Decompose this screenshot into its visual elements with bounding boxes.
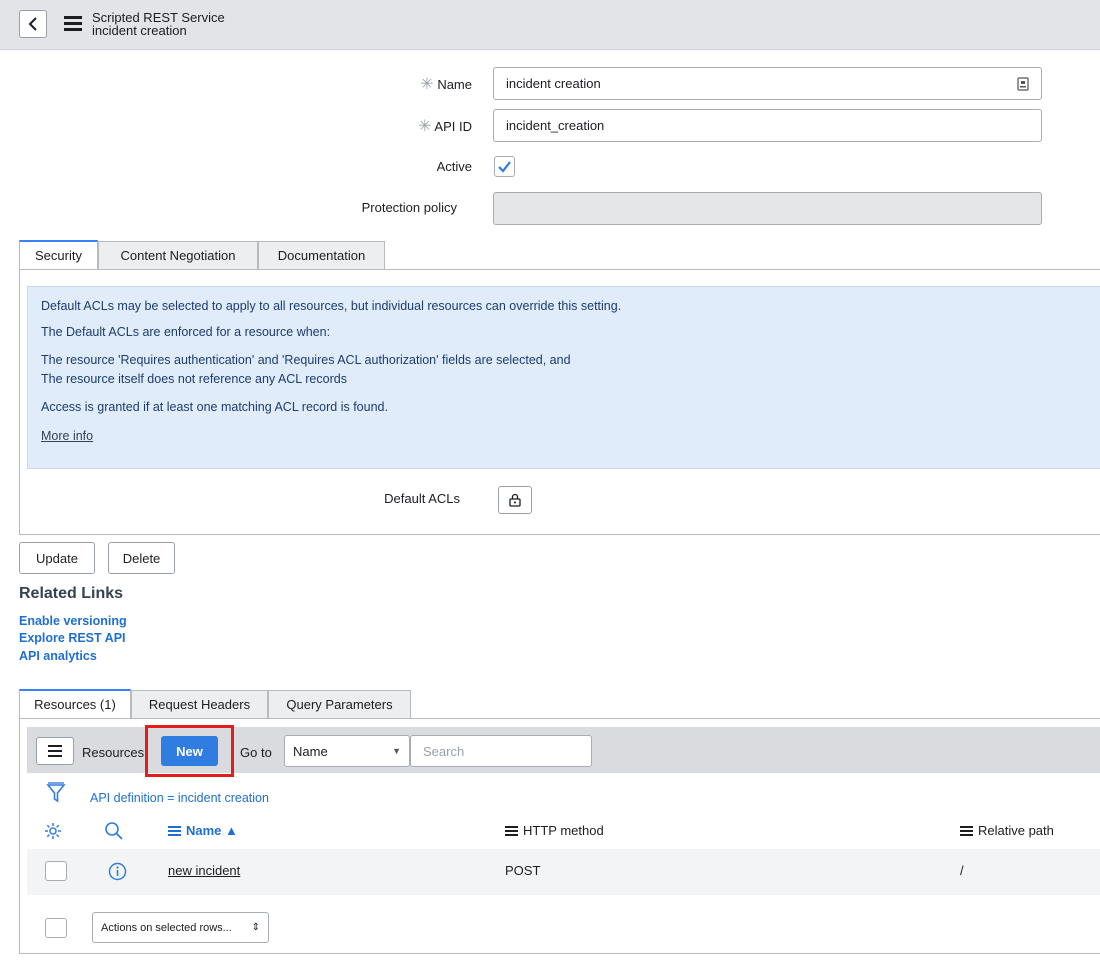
tab-query-parameters[interactable]: Query Parameters	[268, 690, 411, 719]
name-value: incident creation	[506, 76, 601, 91]
name-label-row: ✳ Name	[360, 74, 472, 94]
checkmark-icon	[498, 161, 511, 173]
tab-request-headers-label: Request Headers	[148, 697, 251, 712]
gear-icon[interactable]	[44, 822, 62, 840]
active-checkbox[interactable]	[494, 156, 515, 177]
search-placeholder: Search	[423, 743, 465, 759]
protection-policy-label: Protection policy	[361, 200, 457, 215]
api-id-label-row: ✳ API ID	[360, 116, 472, 136]
info-line-1: Default ACLs may be selected to apply to…	[41, 299, 622, 313]
api-id-value: incident_creation	[506, 118, 605, 133]
column-header-http-method[interactable]: HTTP method	[505, 823, 604, 838]
default-acls-label: Default ACLs	[384, 491, 460, 506]
column-header-http-method-label: HTTP method	[523, 823, 604, 838]
enable-versioning-link[interactable]: Enable versioning	[19, 614, 127, 628]
caret-down-icon: ▼	[392, 746, 401, 756]
highlight-box	[145, 725, 234, 777]
search-icon[interactable]	[104, 821, 124, 841]
select-all-checkbox[interactable]	[45, 918, 67, 938]
api-analytics-link[interactable]: API analytics	[19, 649, 97, 663]
info-line-5: Access is granted if at least one matchi…	[41, 400, 388, 414]
security-info-box: Default ACLs may be selected to apply to…	[27, 286, 1100, 469]
column-menu-icon	[505, 824, 518, 838]
hamburger-icon	[48, 745, 62, 757]
tab-content-negotiation[interactable]: Content Negotiation	[98, 241, 258, 270]
back-button[interactable]	[19, 10, 47, 38]
lock-icon	[509, 493, 521, 507]
filter-breadcrumb[interactable]: API definition = incident creation	[90, 791, 269, 805]
row-name-link[interactable]: new incident	[168, 863, 240, 878]
default-acls-lookup-button[interactable]	[498, 486, 532, 514]
update-button[interactable]: Update	[19, 542, 95, 574]
related-links-title: Related Links	[19, 585, 124, 602]
goto-field-select[interactable]: Name ▼	[284, 735, 410, 767]
explore-rest-api-link[interactable]: Explore REST API	[19, 631, 126, 645]
column-menu-icon	[168, 824, 181, 838]
required-icon: ✳	[420, 76, 434, 93]
row-http-method: POST	[505, 863, 541, 878]
column-menu-icon	[960, 824, 973, 838]
api-id-label: API ID	[434, 119, 472, 134]
search-input[interactable]: Search	[410, 735, 592, 767]
required-icon: ✳	[418, 118, 432, 135]
tab-query-parameters-label: Query Parameters	[286, 697, 393, 712]
actions-select-value: Actions on selected rows...	[101, 921, 232, 934]
column-header-name-label: Name ▲	[186, 823, 238, 838]
active-label: Active	[436, 159, 472, 174]
api-id-input[interactable]: incident_creation	[493, 109, 1042, 142]
updown-caret-icon: ⇕	[251, 922, 260, 933]
tab-security[interactable]: Security	[19, 240, 98, 270]
filter-icon[interactable]	[46, 782, 66, 804]
info-icon[interactable]	[108, 862, 127, 881]
column-header-relative-path[interactable]: Relative path	[960, 823, 1054, 838]
goto-select-value: Name	[293, 743, 328, 759]
name-label: Name	[437, 77, 472, 92]
tab-security-label: Security	[35, 248, 82, 263]
name-input[interactable]: incident creation	[493, 67, 1042, 100]
header-title: Scripted REST Service incident creation	[92, 11, 225, 37]
resources-list-title: Resources	[82, 745, 145, 760]
column-header-name[interactable]: Name ▲	[168, 823, 238, 838]
header-title-line2: incident creation	[92, 23, 187, 38]
context-menu-icon[interactable]	[64, 16, 82, 31]
tab-documentation[interactable]: Documentation	[258, 241, 385, 270]
tab-documentation-label: Documentation	[277, 248, 366, 263]
translate-icon[interactable]	[1017, 76, 1029, 91]
info-line-2: The Default ACLs are enforced for a reso…	[41, 325, 331, 339]
tab-request-headers[interactable]: Request Headers	[131, 690, 268, 719]
info-line-3: The resource 'Requires authentication' a…	[41, 353, 571, 367]
tab-content-negotiation-label: Content Negotiation	[120, 248, 236, 263]
protection-policy-input[interactable]	[493, 192, 1042, 225]
row-select-checkbox[interactable]	[45, 861, 67, 881]
more-info-link[interactable]: More info	[41, 429, 93, 443]
list-menu-button[interactable]	[36, 737, 74, 765]
goto-label: Go to	[240, 745, 272, 760]
info-line-4: The resource itself does not reference a…	[41, 372, 347, 386]
tab-resources-label: Resources (1)	[34, 697, 116, 712]
chevron-left-icon	[28, 17, 37, 31]
row-relative-path: /	[960, 863, 964, 878]
tab-resources[interactable]: Resources (1)	[19, 689, 131, 719]
delete-button[interactable]: Delete	[108, 542, 175, 574]
actions-on-selected-select[interactable]: Actions on selected rows... ⇕	[92, 912, 269, 943]
column-header-relative-path-label: Relative path	[978, 823, 1054, 838]
